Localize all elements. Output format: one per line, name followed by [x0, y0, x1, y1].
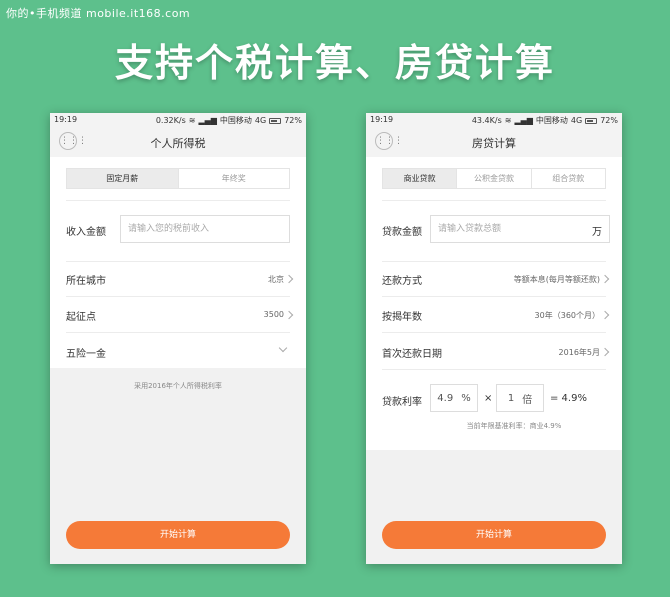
loan-rate-label: 贷款利率: [382, 397, 422, 408]
app-header: ⋮⋮⋮ 房贷计算: [366, 127, 622, 157]
tab-provident-fund-loan[interactable]: 公积金贷款: [457, 169, 532, 188]
city-label: 所在城市: [66, 276, 106, 287]
tab-commercial-loan[interactable]: 商业贷款: [383, 169, 458, 188]
chevron-right-icon: [284, 274, 294, 284]
chevron-right-icon: [284, 310, 294, 320]
income-label: 收入金额: [66, 227, 106, 238]
income-input[interactable]: [121, 216, 289, 242]
network-type: 4G: [254, 116, 267, 125]
carrier-name: 中国移动: [535, 116, 568, 125]
repayment-method-label: 还款方式: [382, 276, 422, 287]
multiplier-unit: 倍: [522, 394, 533, 406]
battery-level: 72%: [600, 116, 618, 125]
amount-unit: 万: [592, 227, 602, 238]
status-time: 19:19: [54, 115, 78, 124]
status-bar: 19:19 43.4K/s ≋ ▂▄▆ 中国移动 4G 72%: [366, 113, 622, 127]
divider: [382, 261, 606, 262]
loan-amount-field-wrapper: 万: [430, 215, 610, 243]
page-title: 房贷计算: [472, 137, 516, 150]
insurance-label: 五险一金: [66, 349, 106, 360]
chevron-right-icon: [600, 310, 610, 320]
mortgage-years-label: 按揭年数: [382, 312, 422, 323]
tax-calculator-screen: 19:19 0.32K/s ≋ ▂▄▆ 中国移动 4G 72% ⋮⋮⋮ 个人所得…: [50, 113, 306, 564]
start-calculation-button[interactable]: 开始计算: [66, 521, 290, 549]
network-speed: 0.32K/s: [155, 116, 186, 125]
status-bar: 19:19 0.32K/s ≋ ▂▄▆ 中国移动 4G 72%: [50, 113, 306, 127]
income-field-wrapper: [120, 215, 290, 243]
divider: [382, 296, 606, 297]
loan-amount-input[interactable]: [431, 216, 609, 242]
multiplier-value: 1: [507, 392, 515, 404]
divider: [382, 369, 606, 370]
city-value: 北京: [268, 275, 284, 284]
multiply-sign: ×: [484, 393, 493, 404]
first-payment-date-label: 首次还款日期: [382, 349, 442, 360]
signal-icon: ▂▄▆: [514, 116, 533, 125]
status-time: 19:19: [370, 115, 394, 124]
mortgage-years-value: 30年（360个月）: [534, 311, 600, 320]
divider: [382, 200, 606, 201]
tab-bar: 固定月薪 年终奖: [66, 168, 290, 189]
network-type: 4G: [570, 116, 583, 125]
page-title: 个人所得税: [150, 137, 206, 150]
threshold-value: 3500: [263, 310, 284, 319]
multiplier-input[interactable]: 1 倍: [496, 384, 544, 412]
wifi-icon: ≋: [188, 116, 196, 125]
repayment-method-value: 等额本息(每月等额还款): [513, 275, 600, 284]
carrier-name: 中国移动: [219, 116, 252, 125]
divider: [382, 332, 606, 333]
watermark-text: 你的•手机频道 mobile.it168.com: [6, 7, 191, 20]
threshold-label: 起征点: [66, 312, 96, 323]
chevron-down-icon: [278, 343, 288, 353]
battery-icon: [269, 117, 282, 124]
wifi-icon: ≋: [504, 116, 512, 125]
tax-rate-note: 采用2016年个人所得税利率: [134, 382, 222, 390]
tab-year-end-bonus[interactable]: 年终奖: [178, 169, 289, 188]
loan-amount-label: 贷款金额: [382, 227, 422, 238]
signal-icon: ▂▄▆: [198, 116, 217, 125]
start-calculation-button[interactable]: 开始计算: [382, 521, 606, 549]
tab-fixed-salary[interactable]: 固定月薪: [67, 169, 179, 188]
chevron-right-icon: [600, 274, 610, 284]
divider: [66, 200, 290, 201]
tab-bar: 商业贷款 公积金贷款 组合贷款: [382, 168, 606, 189]
rate-result: = 4.9%: [550, 393, 587, 404]
divider: [66, 332, 290, 333]
tab-combined-loan[interactable]: 组合贷款: [531, 169, 605, 188]
battery-icon: [585, 117, 598, 124]
base-rate-input[interactable]: 4.9 %: [430, 384, 478, 412]
divider: [66, 296, 290, 297]
network-speed: 43.4K/s: [471, 116, 502, 125]
mortgage-calculator-screen: 19:19 43.4K/s ≋ ▂▄▆ 中国移动 4G 72% ⋮⋮⋮ 房贷计算…: [366, 113, 622, 564]
battery-level: 72%: [284, 116, 302, 125]
divider: [66, 261, 290, 262]
app-header: ⋮⋮⋮ 个人所得税: [50, 127, 306, 157]
benchmark-rate-note: 当前年限基准利率：商业4.9%: [466, 422, 562, 430]
first-payment-date-value: 2016年5月: [558, 348, 600, 357]
percent-unit: %: [461, 392, 471, 404]
chevron-right-icon: [600, 347, 610, 357]
headline: 支持个税计算、房贷计算: [114, 41, 555, 85]
base-rate-value: 4.9: [437, 392, 454, 404]
